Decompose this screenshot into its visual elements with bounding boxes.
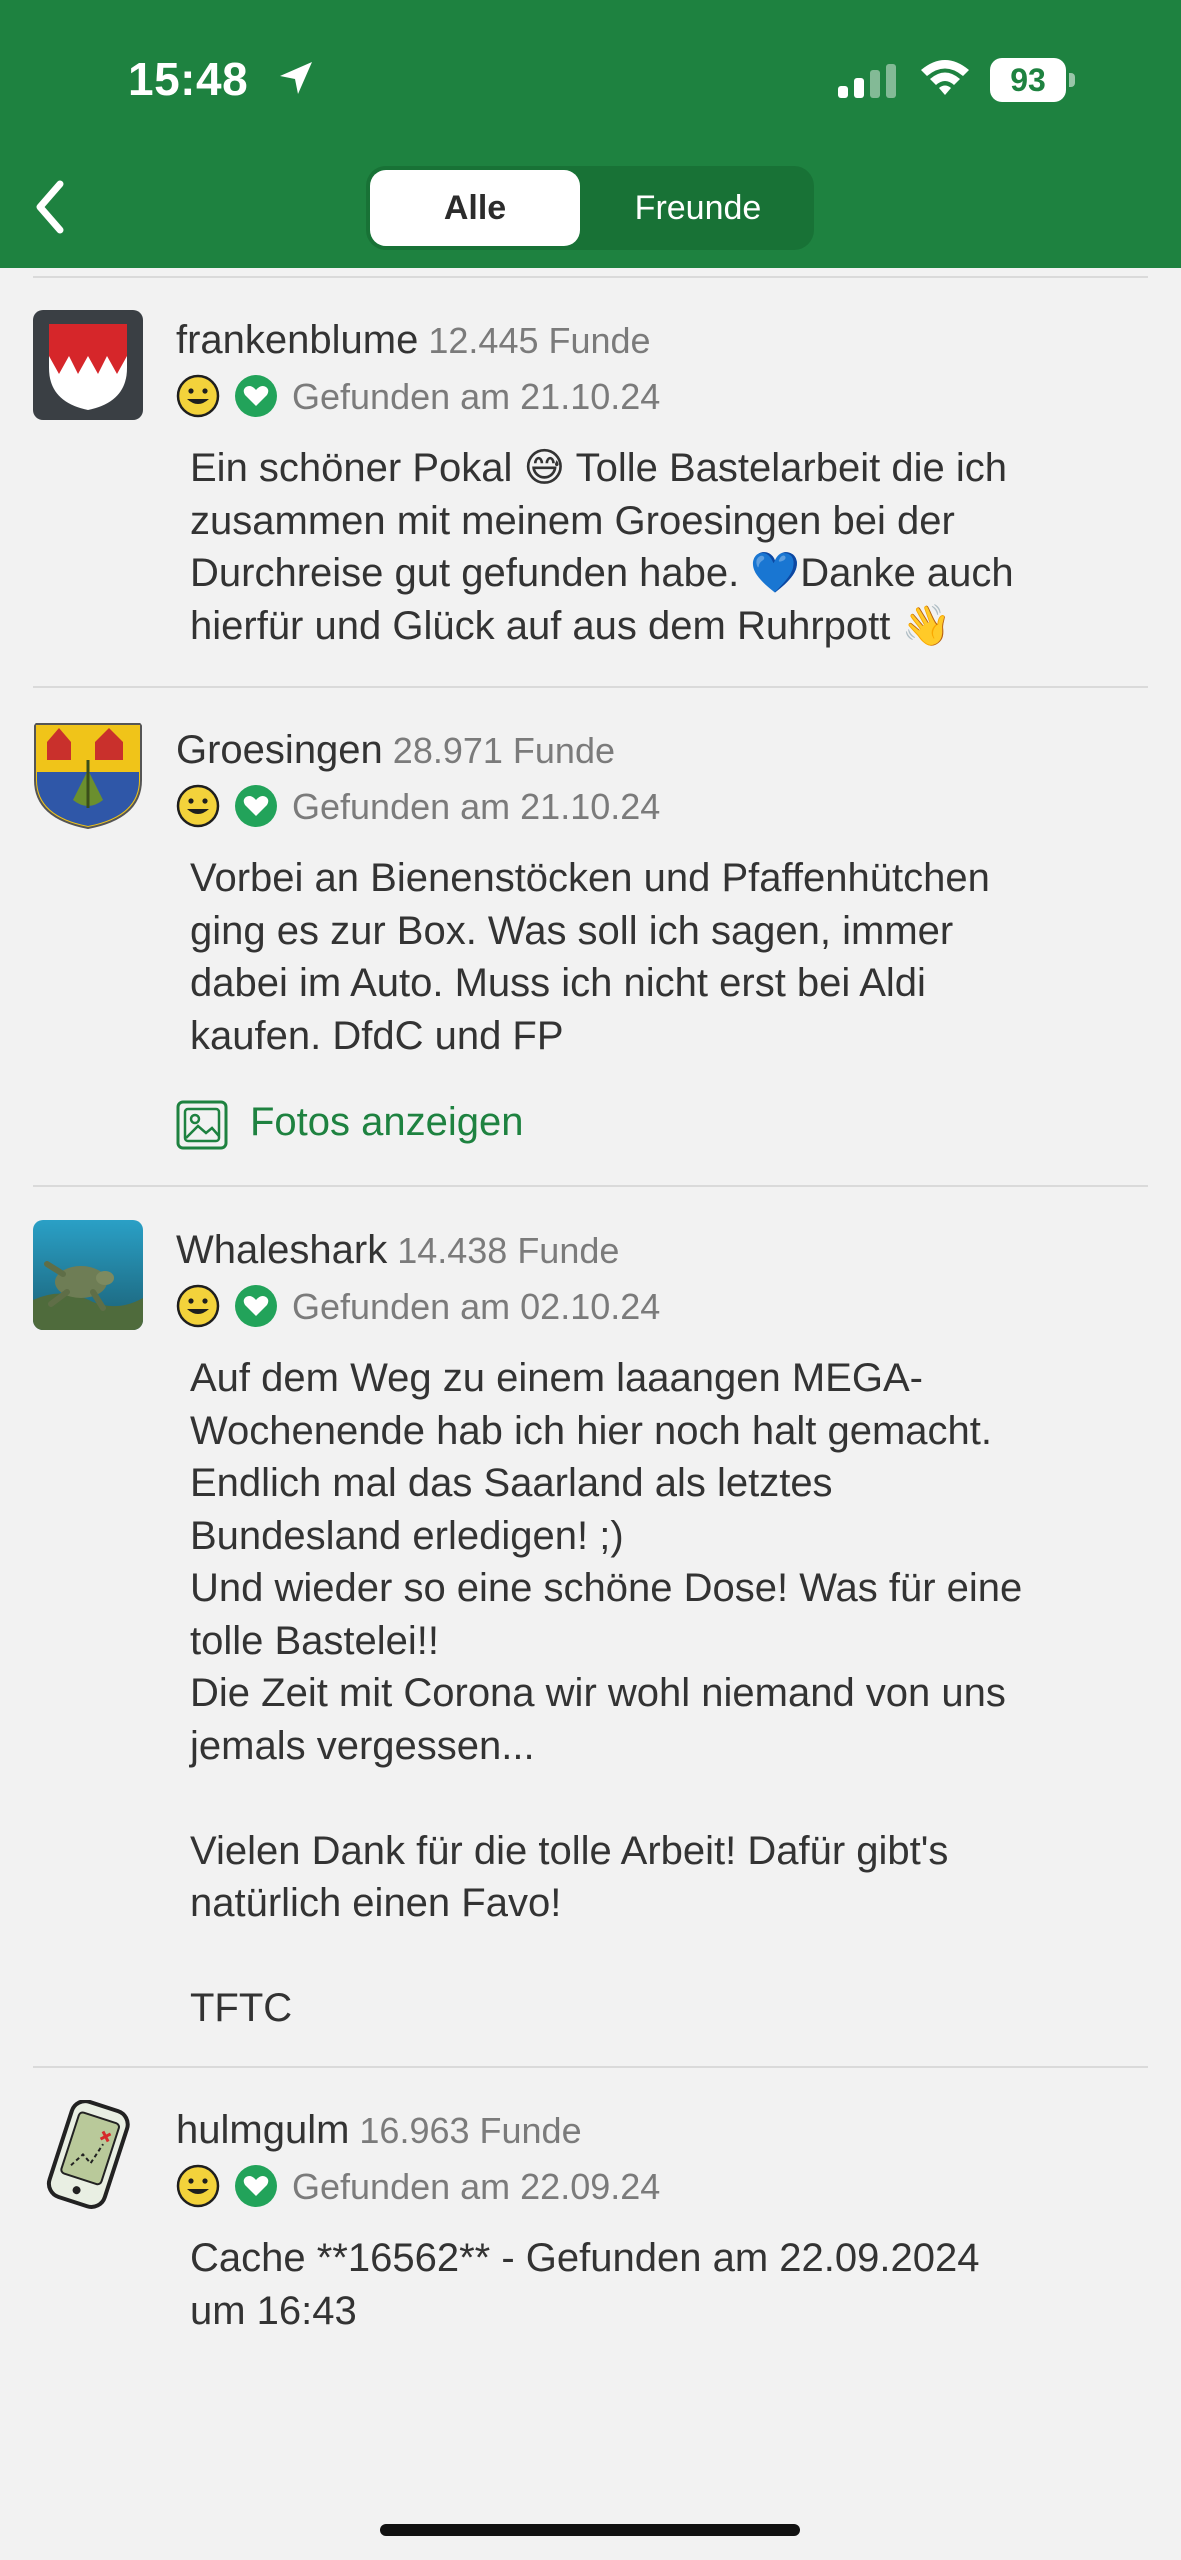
found-date: Gefunden am 21.10.24 — [292, 786, 661, 827]
divider — [33, 1185, 1148, 1187]
divider — [33, 686, 1148, 688]
battery-level: 93 — [1010, 62, 1046, 98]
bottom-safe-area — [0, 2400, 1181, 2560]
find-count: 16.963 Funde — [359, 2110, 582, 2151]
smiley-icon — [176, 2164, 220, 2208]
find-count: 12.445 Funde — [428, 320, 651, 361]
battery-icon: 93 — [990, 58, 1076, 102]
favorite-heart-icon — [235, 2165, 277, 2207]
found-date: Gefunden am 02.10.24 — [292, 1286, 661, 1327]
favorite-heart-icon — [235, 375, 277, 417]
log-text: Auf dem Weg zu einem laaangen MEGA- Woch… — [190, 1356, 1023, 2030]
username-text[interactable]: Whaleshark — [176, 1228, 387, 1272]
image-icon — [176, 1100, 228, 1150]
back-button[interactable] — [24, 172, 84, 242]
smiley-icon — [176, 1284, 220, 1328]
username[interactable]: frankenblume 12.445 Funde — [176, 318, 651, 363]
avatar[interactable] — [33, 310, 143, 420]
username[interactable]: Groesingen 28.971 Funde — [176, 728, 615, 773]
home-indicator[interactable] — [380, 2524, 800, 2536]
location-arrow-icon — [280, 62, 312, 94]
favorite-heart-icon — [235, 1285, 277, 1327]
find-count: 28.971 Funde — [392, 730, 615, 771]
avatar[interactable] — [33, 720, 143, 830]
divider — [33, 2066, 1148, 2068]
wifi-icon — [921, 60, 969, 95]
found-date: Gefunden am 21.10.24 — [292, 376, 661, 417]
show-photos-label[interactable]: Fotos anzeigen — [250, 1100, 524, 1145]
username-text[interactable]: frankenblume — [176, 318, 418, 362]
favorite-heart-icon — [235, 785, 277, 827]
tab-freunde[interactable]: Freunde — [586, 170, 810, 246]
header-bar: 15:48 93 Alle Freunde — [0, 0, 1181, 268]
log-text: Vorbei an Bienenstöcken und Pfaffenhütch… — [190, 856, 990, 1058]
log-text: Ein schöner Pokal 😅 Tolle Bastelarbeit d… — [190, 446, 1014, 648]
smiley-icon — [176, 374, 220, 418]
find-count: 14.438 Funde — [397, 1230, 620, 1271]
tab-alle[interactable]: Alle — [370, 170, 580, 246]
username[interactable]: Whaleshark 14.438 Funde — [176, 1228, 619, 1273]
smiley-icon — [176, 784, 220, 828]
username[interactable]: hulmgulm 16.963 Funde — [176, 2108, 582, 2153]
avatar[interactable] — [33, 2100, 143, 2210]
username-text[interactable]: Groesingen — [176, 728, 383, 772]
found-date: Gefunden am 22.09.24 — [292, 2166, 661, 2207]
username-text[interactable]: hulmgulm — [176, 2108, 349, 2152]
avatar[interactable] — [33, 1220, 143, 1330]
signal-icon — [838, 64, 896, 98]
status-time: 15:48 — [128, 53, 249, 105]
filter-segmented-control: Alle Freunde — [366, 166, 814, 250]
divider — [33, 276, 1148, 278]
